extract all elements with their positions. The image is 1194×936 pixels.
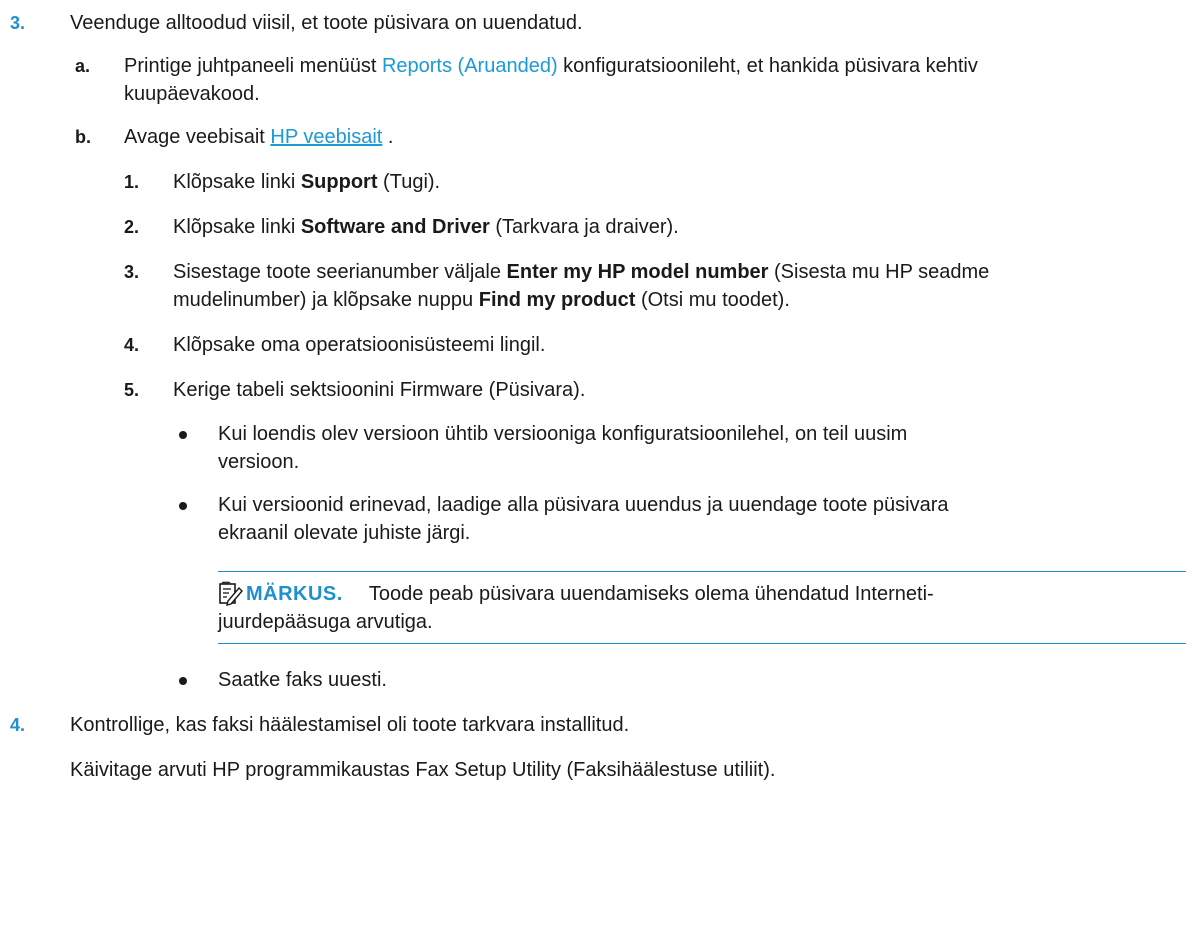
bullet-1-line1: Kui loendis olev versioon ühtib versioon… <box>218 423 908 445</box>
note-label: MÄRKUS. <box>246 583 343 605</box>
reports-menu-link[interactable]: Reports (Aruanded) <box>382 55 558 77</box>
substep-4-number: 4. <box>124 335 140 355</box>
substep-3-line2-pre: mudelinumber) ja klõpsake nuppu <box>173 289 479 311</box>
substep-5-text: Kerige tabeli sektsioonini Firmware (Püs… <box>173 379 586 401</box>
substep-b-line: Avage veebisait HP veebisait . <box>124 123 393 151</box>
substep-a-text-post: konfiguratsioonileht, et hankida püsivar… <box>557 55 978 77</box>
substep-5-number: 5. <box>124 380 140 400</box>
note-line2: juurdepääsuga arvutiga. <box>218 611 433 633</box>
substep-a-line2: kuupäevakood. <box>124 83 260 105</box>
substep-1-post: (Tugi). <box>377 171 441 193</box>
substep-3-line2: mudelinumber) ja klõpsake nuppu Find my … <box>173 286 790 314</box>
substep-1-number: 1. <box>124 172 140 192</box>
step-number-3: 3. <box>10 13 26 33</box>
substep-b-text-pre: Avage veebisait <box>124 126 271 148</box>
bullet-2-line1: Kui versioonid erinevad, laadige alla pü… <box>218 494 949 516</box>
note-bottom-rule <box>218 643 1186 644</box>
note-text-1: Toode peab püsivara uuendamiseks olema ü… <box>368 583 934 605</box>
substep-b-text-post: . <box>382 126 394 148</box>
note-line1: MÄRKUS. Toode peab püsivara uuendamiseks … <box>246 580 934 608</box>
substep-a-text-pre: Printige juhtpaneeli menüüst <box>124 55 382 77</box>
note-top-rule <box>218 571 1186 572</box>
step4-text: Kontrollige, kas faksi häälestamisel oli… <box>70 714 630 736</box>
substep-3-post: (Sisesta mu HP seadme <box>768 261 990 283</box>
bullet-marker <box>179 431 187 439</box>
substep-a-line1: Printige juhtpaneeli menüüst Reports (Ar… <box>124 52 978 80</box>
note-icon <box>218 580 244 607</box>
model-number-field-label: Enter my HP model number <box>506 261 769 283</box>
substep-3-line2-post: (Otsi mu toodet). <box>635 289 790 311</box>
support-label: Support <box>300 171 378 193</box>
step-number-4: 4. <box>10 715 26 735</box>
step3-text: Veenduge alltoodud viisil, et toote püsi… <box>70 12 583 34</box>
bullet-2-line2: ekraanil olevate juhiste järgi. <box>218 522 471 544</box>
find-product-button-label: Find my product <box>478 289 636 311</box>
bullet-marker <box>179 502 187 510</box>
substep-3-line1: Sisestage toote seerianumber väljale Ent… <box>173 258 989 286</box>
step4-detail: Käivitage arvuti HP programmikaustas Fax… <box>70 759 776 781</box>
substep-a-label: a. <box>75 56 91 76</box>
hp-website-link[interactable]: HP veebisait <box>270 126 382 148</box>
substep-3-pre: Sisestage toote seerianumber väljale <box>173 261 507 283</box>
software-driver-label: Software and Driver <box>300 216 490 238</box>
substep-2-post: (Tarkvara ja draiver). <box>489 216 679 238</box>
substep-2-number: 2. <box>124 217 140 237</box>
substep-b-label: b. <box>75 127 91 147</box>
bullet-marker <box>179 677 187 685</box>
substep-1-pre: Klõpsake linki <box>173 171 301 193</box>
substep-1-text: Klõpsake linki Support (Tugi). <box>173 168 440 196</box>
substep-3-number: 3. <box>124 262 140 282</box>
substep-2-text: Klõpsake linki Software and Driver (Tark… <box>173 213 679 241</box>
bullet-1-line2: versioon. <box>218 451 300 473</box>
substep-2-pre: Klõpsake linki <box>173 216 301 238</box>
bullet-3-text: Saatke faks uuesti. <box>218 669 387 691</box>
substep-4-text: Klõpsake oma operatsioonisüsteemi lingil… <box>173 334 546 356</box>
